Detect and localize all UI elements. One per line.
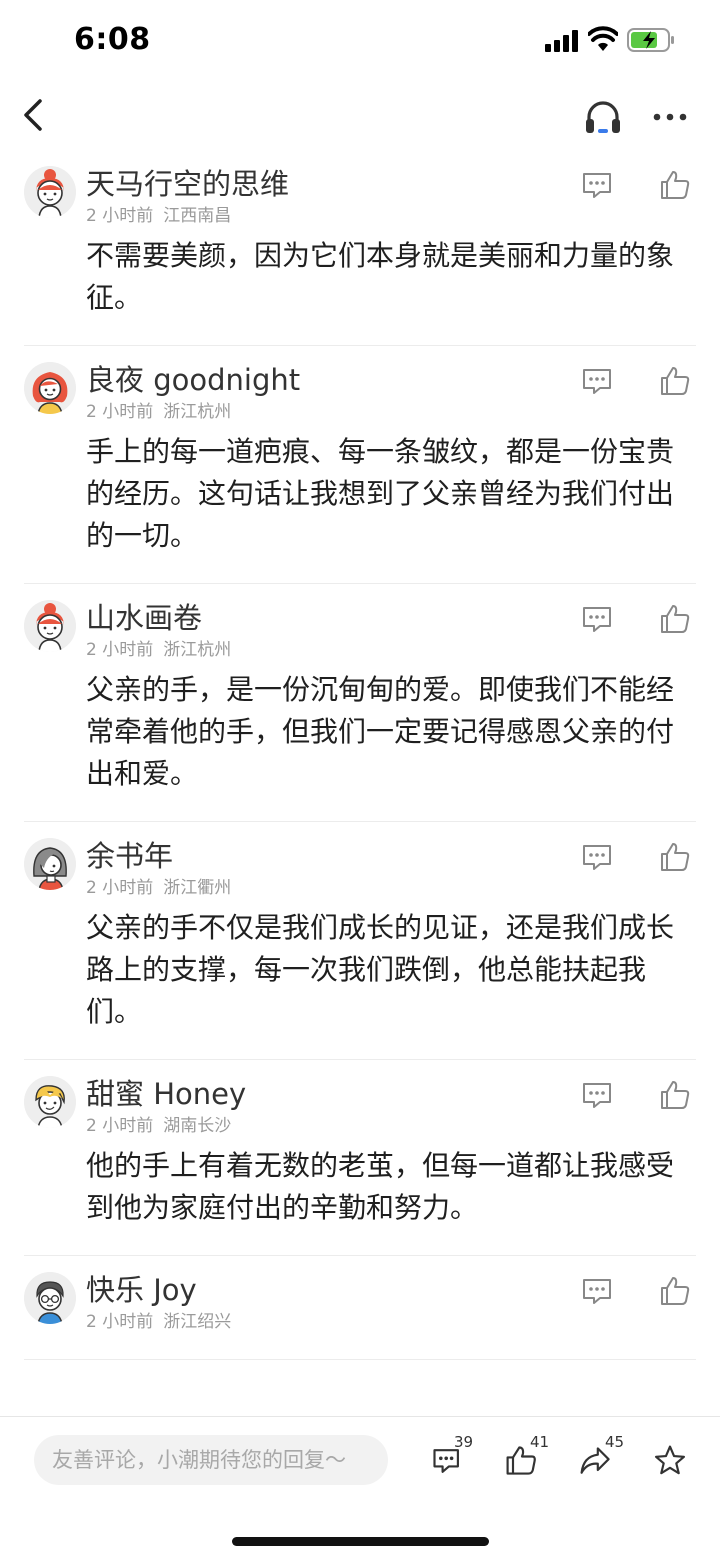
thumbs-up-icon[interactable] (658, 1274, 692, 1308)
comment-meta: 2 小时前 浙江杭州 (86, 639, 696, 661)
woman-bun-red-avatar[interactable] (24, 600, 76, 652)
comment-item: 良夜 goodnight 2 小时前 浙江杭州 手上的每一道疤痕、每一条皱纹，都是… (24, 346, 696, 584)
comment-actions (580, 168, 696, 202)
comment-actions (580, 364, 696, 398)
comment-text: 手上的每一道疤痕、每一条皱纹，都是一份宝贵的经历。这句话让我想到了父亲曾经为我们… (86, 435, 675, 552)
comment-actions (580, 1078, 696, 1112)
comment-time: 2 小时前 (86, 878, 154, 898)
reply-icon[interactable] (580, 1274, 614, 1308)
thumbs-up-icon[interactable] (658, 364, 692, 398)
comment-text: 父亲的手不仅是我们成长的见证，还是我们成长路上的支撑，每一次我们跌倒，他总能扶起… (86, 911, 675, 1028)
reply-icon[interactable] (580, 840, 614, 874)
more-dots-icon[interactable] (650, 97, 690, 137)
comment-meta: 2 小时前 浙江杭州 (86, 401, 696, 423)
comment-count: 39 (454, 1433, 474, 1451)
comment-input[interactable] (34, 1435, 388, 1485)
comment-location: 浙江绍兴 (163, 1312, 232, 1332)
man-glasses-avatar[interactable] (24, 1272, 76, 1324)
comment-text: 他的手上有着无数的老茧，但每一道都让我感受到他为家庭付出的辛勤和努力。 (86, 1149, 675, 1224)
wifi-icon (588, 26, 618, 51)
comment-location: 湖南长沙 (163, 1116, 232, 1136)
reply-icon[interactable] (580, 602, 614, 636)
status-time: 6:08 (74, 22, 151, 57)
comment-item: 甜蜜 Honey 2 小时前 湖南长沙 他的手上有着无数的老茧，但每一道都让我感受… (24, 1060, 696, 1256)
comment-item: 快乐 Joy 2 小时前 浙江绍兴 (24, 1256, 696, 1360)
chevron-left-icon[interactable] (16, 95, 50, 135)
woman-gray-hair-avatar[interactable] (24, 838, 76, 890)
comment-location: 江西南昌 (163, 206, 232, 226)
bottom-bar: 39 41 45 (0, 1416, 720, 1558)
comment-actions (580, 1274, 696, 1308)
comment-time: 2 小时前 (86, 402, 154, 422)
comment-actions (580, 602, 696, 636)
nav-bar (0, 85, 720, 147)
comment-list: 天马行空的思维 2 小时前 江西南昌 不需要美颜，因为它们本身就是美丽和力量的象征… (0, 150, 720, 1416)
home-indicator (232, 1537, 489, 1546)
share-count: 45 (605, 1433, 625, 1451)
comment-time: 2 小时前 (86, 1312, 154, 1332)
comment-meta: 2 小时前 浙江衢州 (86, 877, 696, 899)
favorite-button[interactable] (652, 1441, 692, 1481)
woman-bun-red-avatar[interactable] (24, 166, 76, 218)
comment-location: 浙江杭州 (163, 402, 232, 422)
comment-text: 不需要美颜，因为它们本身就是美丽和力量的象征。 (86, 239, 675, 314)
like-count-button[interactable]: 41 (504, 1433, 549, 1481)
thumbs-up-icon[interactable] (658, 168, 692, 202)
signal-icon (545, 30, 579, 52)
comment-meta: 2 小时前 湖南长沙 (86, 1115, 696, 1137)
comment-text: 父亲的手，是一份沉甸甸的爱。即使我们不能经常牵着他的手，但我们一定要记得感恩父亲… (86, 673, 675, 790)
comment-time: 2 小时前 (86, 1116, 154, 1136)
comment-count-button[interactable]: 39 (430, 1433, 473, 1481)
thumbs-up-icon[interactable] (658, 602, 692, 636)
comment-time: 2 小时前 (86, 640, 154, 660)
comment-meta: 2 小时前 浙江绍兴 (86, 1311, 696, 1333)
status-bar: 6:08 (0, 0, 720, 80)
comment-location: 浙江杭州 (163, 640, 232, 660)
like-count: 41 (530, 1433, 550, 1451)
comment-location: 浙江衢州 (163, 878, 232, 898)
reply-icon[interactable] (580, 1078, 614, 1112)
comment-item: 余书年 2 小时前 浙江衢州 父亲的手不仅是我们成长的见证，还是我们成长路上的支撑… (24, 822, 696, 1060)
comment-item: 天马行空的思维 2 小时前 江西南昌 不需要美颜，因为它们本身就是美丽和力量的象征… (24, 150, 696, 346)
comment-meta: 2 小时前 江西南昌 (86, 205, 696, 227)
comment-time: 2 小时前 (86, 206, 154, 226)
thumbs-up-icon[interactable] (658, 840, 692, 874)
share-count-button[interactable]: 45 (578, 1433, 624, 1481)
boy-yellow-hair-avatar[interactable] (24, 1076, 76, 1128)
comment-item: 山水画卷 2 小时前 浙江杭州 父亲的手，是一份沉甸甸的爱。即使我们不能经常牵着他… (24, 584, 696, 822)
thumbs-up-icon[interactable] (658, 1078, 692, 1112)
headphones-icon[interactable] (583, 97, 623, 137)
star-icon (654, 1445, 686, 1475)
battery-charging-icon (627, 28, 674, 52)
reply-icon[interactable] (580, 168, 614, 202)
reply-icon[interactable] (580, 364, 614, 398)
comment-actions (580, 840, 696, 874)
woman-curly-red-avatar[interactable] (24, 362, 76, 414)
